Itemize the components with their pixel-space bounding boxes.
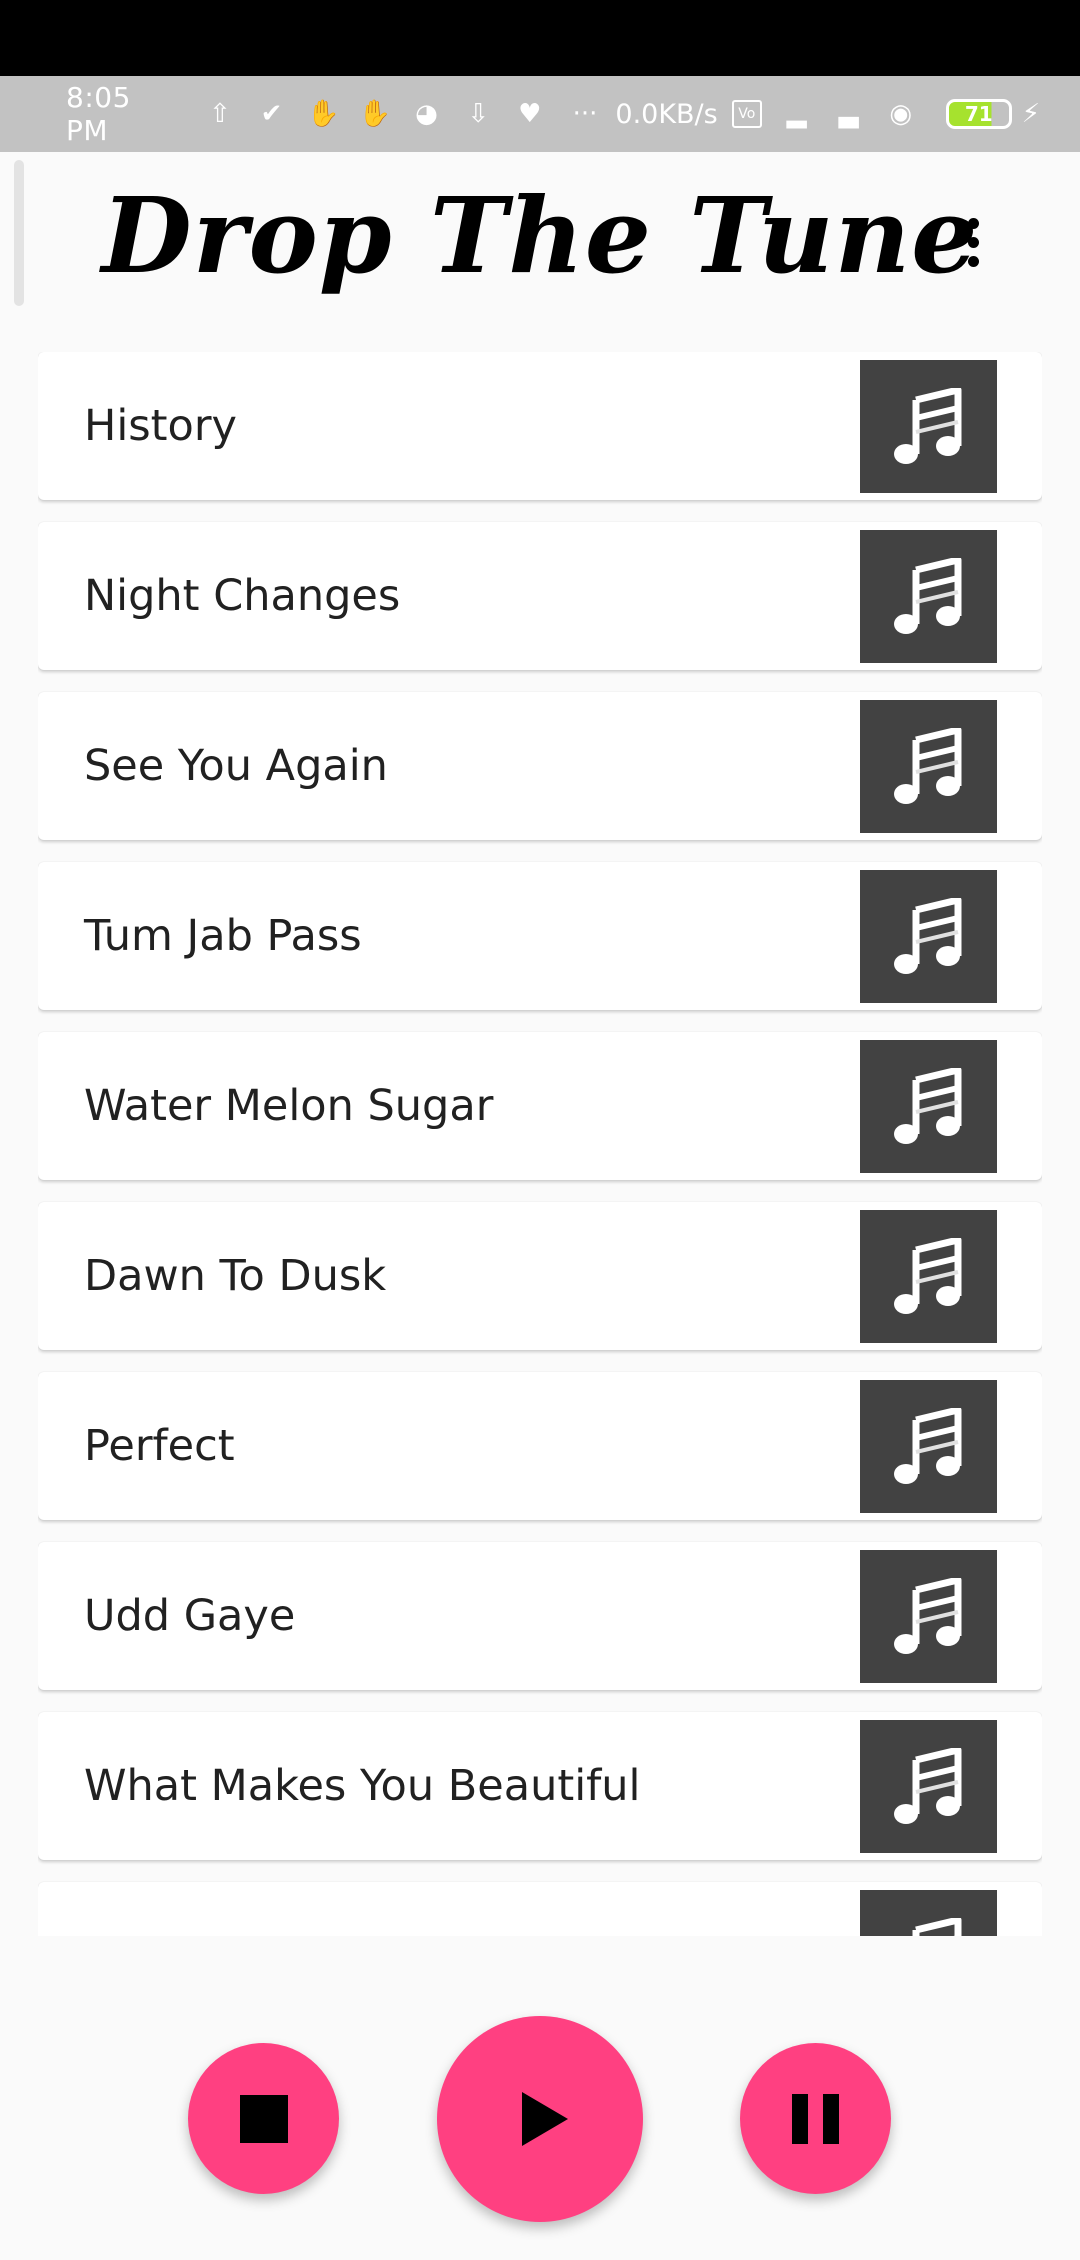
music-note-icon: [860, 700, 997, 833]
wifi-icon: ◉: [889, 99, 913, 129]
signal-icon: ▃: [838, 99, 859, 129]
music-note-icon: [860, 360, 997, 493]
stop-icon: [239, 2094, 288, 2143]
song-item[interactable]: Perfect: [38, 1372, 1042, 1520]
battery-icon: 71: [945, 99, 1012, 129]
network-speed: 0.0KB/s: [615, 98, 718, 130]
song-item[interactable]: What Makes You Beautiful: [38, 1712, 1042, 1860]
song-title: Tum Jab Pass: [84, 911, 362, 961]
stop-button[interactable]: [188, 2043, 339, 2194]
status-time: 8:05 PM: [66, 81, 131, 147]
play-icon: [522, 2092, 568, 2146]
volte-icon: Vo: [731, 100, 762, 128]
download-icon: ⇩: [467, 99, 490, 129]
app-header: Drop The Tune: [0, 152, 1080, 342]
system-top-bar: [0, 0, 1080, 76]
hand-icon: ✋: [358, 99, 392, 129]
song-item[interactable]: [38, 1882, 1042, 1936]
song-item[interactable]: Night Changes: [38, 522, 1042, 670]
song-item[interactable]: Water Melon Sugar: [38, 1032, 1042, 1180]
hand-icon: ✋: [307, 99, 340, 129]
pause-button[interactable]: [740, 2043, 891, 2194]
status-more-dots: ···: [572, 99, 598, 129]
song-title: Water Melon Sugar: [84, 1081, 494, 1131]
music-note-icon: [860, 1040, 997, 1173]
song-title: Dawn To Dusk: [84, 1251, 387, 1301]
check-circle-icon: ✔: [260, 99, 283, 129]
charging-icon: ⚡: [1021, 99, 1040, 129]
song-list[interactable]: History Night Changes See You Again Tum Jab…: [38, 352, 1042, 1936]
music-note-icon: [860, 530, 997, 663]
song-title: See You Again: [84, 741, 388, 791]
battery-level: 71: [964, 102, 993, 126]
app-title: Drop The Tune: [101, 174, 979, 297]
more-vert-icon[interactable]: [950, 207, 996, 277]
song-title: What Makes You Beautiful: [84, 1761, 641, 1811]
play-button[interactable]: [437, 2016, 643, 2222]
song-item[interactable]: Tum Jab Pass: [38, 862, 1042, 1010]
music-note-icon: [860, 870, 997, 1003]
status-bar: 8:05 PM ⇧ ✔ ✋ ✋ ◕ ⇩ ♥ ··· 0.0KB/s Vo ▂ ▃…: [0, 76, 1080, 152]
bowl-icon: ◕: [415, 99, 438, 129]
music-note-icon: [860, 1720, 997, 1853]
heart-icon: ♥: [518, 99, 542, 129]
player-controls: [0, 1936, 1080, 2260]
song-item[interactable]: History: [38, 352, 1042, 500]
upload-icon: ⇧: [209, 99, 231, 129]
song-item[interactable]: Udd Gaye: [38, 1542, 1042, 1690]
song-title: Perfect: [84, 1421, 235, 1471]
song-title: Night Changes: [84, 571, 401, 621]
music-note-icon: [860, 1210, 997, 1343]
pause-icon: [792, 2093, 839, 2144]
signal-icon: ▂: [786, 99, 807, 129]
music-note-icon: [860, 1890, 997, 1936]
music-note-icon: [860, 1550, 997, 1683]
song-item[interactable]: Dawn To Dusk: [38, 1202, 1042, 1350]
song-item[interactable]: See You Again: [38, 692, 1042, 840]
song-title: Udd Gaye: [84, 1591, 296, 1641]
music-note-icon: [860, 1380, 997, 1513]
song-title: History: [84, 401, 237, 451]
